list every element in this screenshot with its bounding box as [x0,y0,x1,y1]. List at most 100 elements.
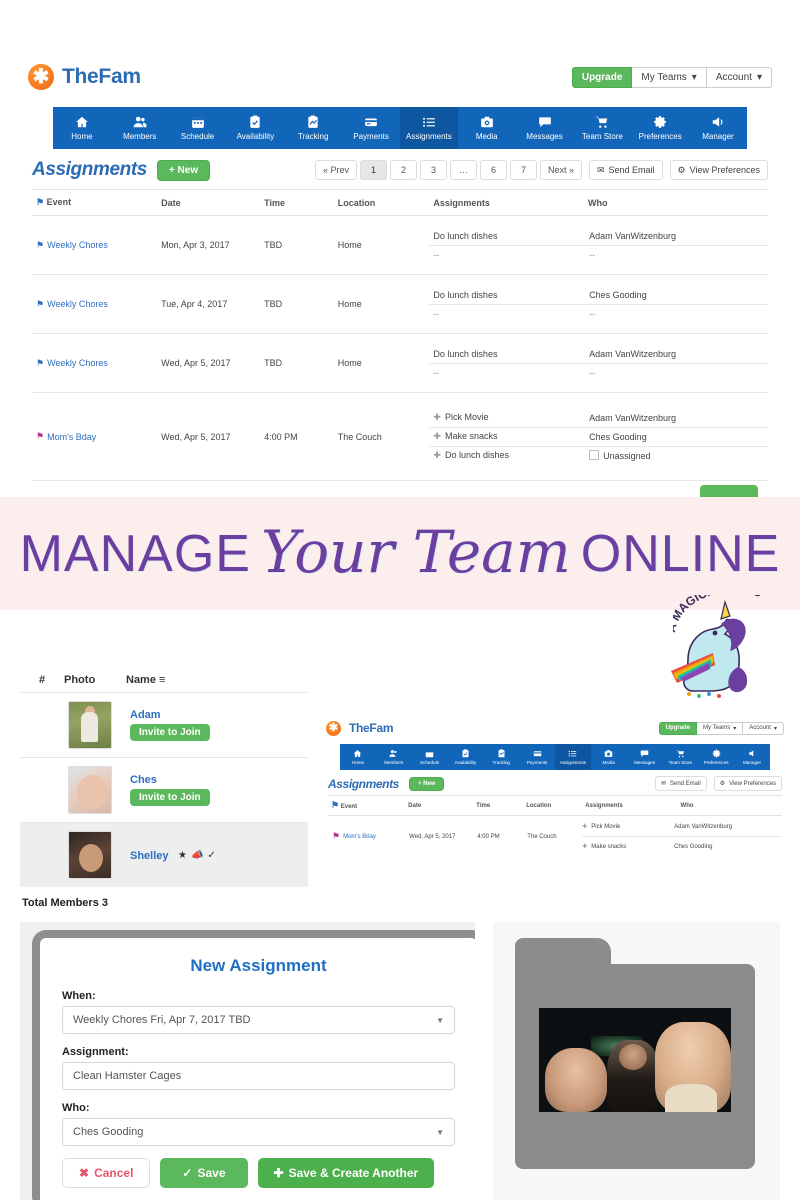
nav-item-availability[interactable]: Availability [447,744,483,770]
pagination-next[interactable]: Next » [539,160,582,180]
unassigned-checkbox[interactable] [589,450,600,460]
task-row[interactable]: ✚ Make snacks Ches Gooding [582,837,782,853]
nav-item-tracking[interactable]: Tracking [284,107,342,149]
save-button[interactable]: ✓ Save [160,1158,248,1188]
col-who[interactable]: Who [583,189,768,216]
event-link[interactable]: ⚑ Mom's Bday [36,431,96,442]
member-name[interactable]: Shelley [130,850,169,862]
task-row[interactable]: Do lunch dishes Adam VanWitzenburg [429,226,768,246]
new-assignment-button[interactable]: + New [408,776,445,791]
drag-handle-icon[interactable]: ✚ [433,412,441,422]
nav-item-payments[interactable]: Payments [342,107,400,149]
table-row[interactable]: ⚑ Weekly Chores Wed, Apr 5, 2017 TBD Home… [32,333,768,393]
col-location[interactable]: Location [523,795,583,816]
send-email-button[interactable]: ✉ Send Email [654,776,707,791]
new-assignment-button[interactable]: + New [156,159,211,181]
nav-item-payments[interactable]: Payments [519,744,555,770]
cancel-button[interactable]: ✖ Cancel [62,1158,151,1188]
col-name[interactable]: Name ≡ [126,674,308,686]
task-row[interactable]: -- -- [429,304,768,323]
drag-handle-icon[interactable]: ✚ [433,450,441,460]
view-preferences-button[interactable]: ⚙ View Preferences [713,776,782,791]
brand-logo[interactable]: ✱ TheFam [28,64,141,90]
pagination-prev[interactable]: « Prev [314,160,357,180]
table-row[interactable]: ⚑ Mom's Bday Wed, Apr 5, 2017 4:00 PM The… [32,392,768,481]
col-event[interactable]: ⚑ Event [328,795,406,816]
upgrade-button[interactable]: Upgrade [571,66,633,88]
event-link[interactable]: ⚑ Weekly Chores [36,240,108,251]
member-row-adam[interactable]: Adam Invite to Join [20,692,308,757]
nav-item-manager[interactable]: Manager [689,107,747,149]
pagination-page-2[interactable]: 2 [389,160,417,180]
nav-item-schedule[interactable]: Schedule [412,744,448,770]
assignment-input[interactable]: Clean Hamster Cages [62,1062,455,1090]
nav-item-assignments[interactable]: Assignments [554,744,591,770]
col-time[interactable]: Time [260,189,334,216]
pagination-page-3[interactable]: 3 [419,160,447,180]
event-link[interactable]: ⚑ Weekly Chores [36,358,108,369]
upgrade-button[interactable]: Upgrade [658,721,698,735]
table-row[interactable]: ⚑ Weekly Chores Mon, Apr 3, 2017 TBD Home… [32,215,768,275]
task-row[interactable]: ✚ Make snacks Ches Gooding [429,427,768,447]
nav-item-availability[interactable]: Availability [226,107,284,149]
task-row[interactable]: -- -- [429,363,768,382]
pagination-page-7[interactable]: 7 [509,160,537,180]
task-row[interactable]: ✚ Do lunch dishes Unassigned [429,446,768,465]
send-email-button[interactable]: ✉ Send Email [588,160,663,180]
member-name[interactable]: Ches [130,774,308,786]
task-row[interactable]: ✚ Pick Movie Adam VanWitzenburg [429,408,768,428]
nav-item-preferences[interactable]: Preferences [698,744,734,770]
col-assignments[interactable]: Assignments [582,795,678,816]
who-select[interactable]: Ches Gooding ▼ [62,1118,455,1146]
col-event[interactable]: ⚑ Event [32,189,158,216]
add-task-button-partial[interactable] [700,485,758,497]
nav-item-media[interactable]: Media [458,107,516,149]
save-and-create-another-button[interactable]: ✚ Save & Create Another [257,1158,435,1188]
col-location[interactable]: Location [333,189,430,216]
col-date[interactable]: Date [405,795,474,816]
invite-to-join-button[interactable]: Invite to Join [130,789,210,806]
drag-handle-icon[interactable]: ✚ [582,844,587,850]
nav-item-messages[interactable]: Messages [627,744,663,770]
task-row[interactable]: Do lunch dishes Adam VanWitzenburg [429,344,768,364]
nav-item-team-store[interactable]: Team Store [573,107,631,149]
col-time[interactable]: Time [473,795,524,816]
col-who[interactable]: Who [677,795,782,816]
view-preferences-button[interactable]: ⚙ View Preferences [669,160,768,180]
nav-item-media[interactable]: Media [591,744,627,770]
member-row-shelley[interactable]: Shelley ★ 📣 ✓ [20,822,308,887]
col-date[interactable]: Date [157,189,261,216]
event-link[interactable]: ⚑ Weekly Chores [36,299,108,310]
nav-item-preferences[interactable]: Preferences [631,107,689,149]
task-row[interactable]: ✚ Pick Movie Adam VanWitzenburg [582,817,782,837]
drag-handle-icon[interactable]: ✚ [433,431,441,441]
nav-item-manager[interactable]: Manager [734,744,770,770]
nav-item-members[interactable]: Members [111,107,169,149]
my-teams-dropdown[interactable]: My Teams ▾ [632,66,707,88]
nav-item-team-store[interactable]: Team Store [662,744,698,770]
table-row[interactable]: ⚑ Weekly Chores Tue, Apr 4, 2017 TBD Home… [32,274,768,334]
account-dropdown[interactable]: Account ▾ [706,66,772,88]
pagination-page-1[interactable]: 1 [359,160,387,180]
pagination-page-6[interactable]: 6 [479,160,507,180]
nav-item-schedule[interactable]: Schedule [169,107,227,149]
nav-item-messages[interactable]: Messages [516,107,574,149]
member-row-ches[interactable]: Ches Invite to Join [20,757,308,822]
brand-logo[interactable]: ✱ TheFam [326,720,394,736]
account-dropdown[interactable]: Account ▾ [743,721,784,735]
nav-item-assignments[interactable]: Assignments [399,107,458,149]
event-link[interactable]: ⚑ Mom's Bday [332,831,376,842]
my-teams-dropdown[interactable]: My Teams ▾ [697,721,744,735]
invite-to-join-button[interactable]: Invite to Join [130,724,210,741]
task-row[interactable]: -- -- [429,245,768,264]
nav-item-home[interactable]: Home [53,107,111,149]
member-name[interactable]: Adam [130,709,308,721]
folder-icon[interactable] [515,938,755,1174]
nav-item-tracking[interactable]: Tracking [483,744,519,770]
table-row[interactable]: ⚑ Mom's Bday Wed, Apr 5, 2017 4:00 PM The… [328,815,782,853]
col-assignments[interactable]: Assignments [429,189,584,216]
nav-item-members[interactable]: Members [376,744,412,770]
nav-item-home[interactable]: Home [340,744,376,770]
drag-handle-icon[interactable]: ✚ [582,824,587,830]
task-row[interactable]: Do lunch dishes Ches Gooding [429,285,768,305]
